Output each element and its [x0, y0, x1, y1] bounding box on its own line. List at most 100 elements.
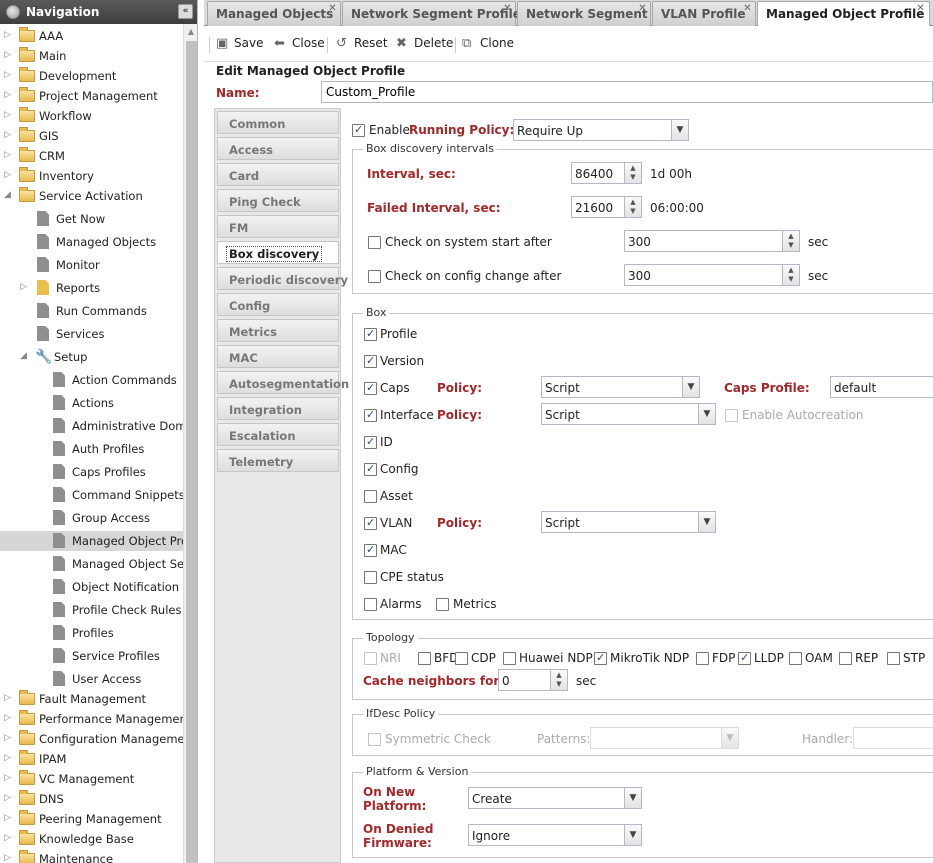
nav-item-profile-check-rules[interactable]: Profile Check Rules	[0, 600, 183, 620]
running-policy-select[interactable]: Require Up ▼	[513, 119, 689, 141]
nav-item-monitor[interactable]: Monitor	[0, 255, 183, 275]
tab-managed-object-profile[interactable]: Managed Object Profile ✕	[757, 1, 930, 27]
vlan-policy-select[interactable]: Script ▼	[541, 511, 716, 533]
tab-vlan-profile[interactable]: VLAN Profile ✕	[652, 1, 756, 26]
cache-neighbors-input[interactable]: 0 ▲ ▼	[498, 669, 568, 691]
symmetric-check-checkbox[interactable]	[368, 733, 381, 746]
caps-policy-select[interactable]: Script ▼	[541, 376, 700, 398]
tab-network-segment-profile[interactable]: Network Segment Profile ✕	[342, 1, 521, 26]
chevron-down-icon[interactable]: ▼	[698, 512, 715, 532]
collapse-arrow-icon[interactable]: ◢	[20, 350, 30, 362]
nav-item-aaa[interactable]: ▷ AAA	[0, 26, 183, 46]
handler-select[interactable]	[853, 727, 933, 749]
expand-arrow-icon[interactable]: ▷	[20, 281, 30, 293]
expand-arrow-icon[interactable]: ▷	[4, 109, 14, 121]
nav-item-ipam[interactable]: ▷ IPAM	[0, 749, 183, 769]
tab-managed-objects[interactable]: Managed Objects ✕	[207, 1, 341, 26]
topology-nri-checkbox[interactable]	[364, 652, 377, 665]
nav-item-caps-profiles[interactable]: Caps Profiles	[0, 462, 183, 482]
save-button[interactable]: ▣ Save	[216, 36, 263, 54]
nav-item-command-snippets[interactable]: Command Snippets	[0, 485, 183, 505]
expand-arrow-icon[interactable]: ▷	[4, 69, 14, 81]
expand-arrow-icon[interactable]: ▷	[4, 812, 14, 824]
nav-item-administrative-domains[interactable]: Administrative Domains	[0, 416, 183, 436]
nav-item-maintenance[interactable]: ▷ Maintenance	[0, 849, 183, 863]
clone-button[interactable]: ⧉ Clone	[462, 36, 514, 54]
topology-fdp-checkbox[interactable]	[696, 652, 709, 665]
side-tab-config[interactable]: Config	[217, 293, 339, 316]
close-tab-icon[interactable]: ✕	[742, 4, 753, 15]
topology-cdp-checkbox[interactable]	[455, 652, 468, 665]
side-tab-fm[interactable]: FM	[217, 215, 339, 238]
enable-checkbox[interactable]	[352, 123, 365, 137]
cpe-status-checkbox[interactable]	[364, 571, 377, 584]
topology-bfd-checkbox[interactable]	[418, 652, 431, 665]
topology-huawei-ndp-checkbox[interactable]	[503, 652, 516, 665]
nav-item-inventory[interactable]: ▷ Inventory	[0, 166, 183, 186]
expand-arrow-icon[interactable]: ▷	[4, 149, 14, 161]
side-tab-common[interactable]: Common	[217, 111, 339, 134]
patterns-select[interactable]: ▼	[590, 727, 739, 749]
expand-arrow-icon[interactable]: ▷	[4, 732, 14, 744]
nav-item-service-activation[interactable]: ◢ Service Activation	[0, 186, 183, 206]
alarms-checkbox[interactable]	[364, 598, 377, 611]
nav-item-vc-management[interactable]: ▷ VC Management	[0, 769, 183, 789]
side-tab-integration[interactable]: Integration	[217, 397, 339, 420]
nav-item-workflow[interactable]: ▷ Workflow	[0, 106, 183, 126]
topology-oam-checkbox[interactable]	[789, 652, 802, 665]
nav-item-actions[interactable]: Actions	[0, 393, 183, 413]
profile-checkbox[interactable]	[364, 327, 377, 341]
nav-item-group-access[interactable]: Group Access	[0, 508, 183, 528]
expand-arrow-icon[interactable]: ▷	[4, 832, 14, 844]
spinner-icon[interactable]: ▲ ▼	[782, 231, 799, 251]
spinner-icon[interactable]: ▲ ▼	[550, 670, 567, 690]
nav-item-project-management[interactable]: ▷ Project Management	[0, 86, 183, 106]
caps-profile-select[interactable]: default	[830, 376, 933, 398]
side-tab-access[interactable]: Access	[217, 137, 339, 160]
expand-arrow-icon[interactable]: ▷	[4, 129, 14, 141]
nav-item-auth-profiles[interactable]: Auth Profiles	[0, 439, 183, 459]
side-tab-mac[interactable]: MAC	[217, 345, 339, 368]
nav-item-configuration-management[interactable]: ▷ Configuration Management	[0, 729, 183, 749]
vlan-checkbox[interactable]	[364, 516, 377, 530]
expand-arrow-icon[interactable]: ▷	[4, 712, 14, 724]
on-denied-firmware-select[interactable]: Ignore ▼	[468, 824, 642, 846]
spinner-icon[interactable]: ▲ ▼	[782, 265, 799, 285]
side-tab-periodic-discovery[interactable]: Periodic discovery	[217, 267, 348, 290]
nav-item-development[interactable]: ▷ Development	[0, 66, 183, 86]
close-tab-icon[interactable]: ✕	[502, 4, 513, 15]
collapse-panel-icon[interactable]: «	[178, 4, 193, 19]
close-button[interactable]: ⬅ Close	[274, 36, 325, 54]
nav-item-object-notification[interactable]: Object Notification	[0, 577, 183, 597]
nav-item-services[interactable]: Services	[0, 324, 183, 344]
side-tab-telemetry[interactable]: Telemetry	[217, 449, 339, 472]
asset-checkbox[interactable]	[364, 490, 377, 503]
expand-arrow-icon[interactable]: ▷	[4, 49, 14, 61]
nav-item-managed-object-selector[interactable]: Managed Object Selector	[0, 554, 183, 574]
nav-item-user-access[interactable]: User Access	[0, 669, 183, 689]
reset-button[interactable]: ↺ Reset	[336, 36, 388, 54]
config-checkbox[interactable]	[364, 462, 377, 476]
nav-item-run-commands[interactable]: Run Commands	[0, 301, 183, 321]
expand-arrow-icon[interactable]: ▷	[4, 772, 14, 784]
nav-item-dns[interactable]: ▷ DNS	[0, 789, 183, 809]
interface-policy-select[interactable]: Script ▼	[541, 403, 716, 425]
name-input[interactable]	[321, 81, 933, 103]
check-on-change-checkbox[interactable]	[368, 270, 381, 283]
nav-item-profiles[interactable]: Profiles	[0, 623, 183, 643]
nav-item-main[interactable]: ▷ Main	[0, 46, 183, 66]
nav-item-fault-management[interactable]: ▷ Fault Management	[0, 689, 183, 709]
nav-item-crm[interactable]: ▷ CRM	[0, 146, 183, 166]
nav-item-managed-object-profile[interactable]: Managed Object Profile	[0, 531, 183, 551]
nav-item-peering-management[interactable]: ▷ Peering Management	[0, 809, 183, 829]
nav-item-service-profiles[interactable]: Service Profiles	[0, 646, 183, 666]
on-new-platform-select[interactable]: Create ▼	[468, 787, 642, 809]
metrics-checkbox[interactable]	[436, 598, 449, 611]
close-tab-icon[interactable]: ✕	[637, 4, 648, 15]
failed-interval-input[interactable]: 21600 ▲ ▼	[571, 196, 642, 218]
check-on-start-checkbox[interactable]	[368, 236, 381, 249]
chevron-down-icon[interactable]: ▼	[624, 825, 641, 845]
expand-arrow-icon[interactable]: ▷	[4, 852, 14, 863]
side-tab-card[interactable]: Card	[217, 163, 339, 186]
version-checkbox[interactable]	[364, 354, 377, 368]
